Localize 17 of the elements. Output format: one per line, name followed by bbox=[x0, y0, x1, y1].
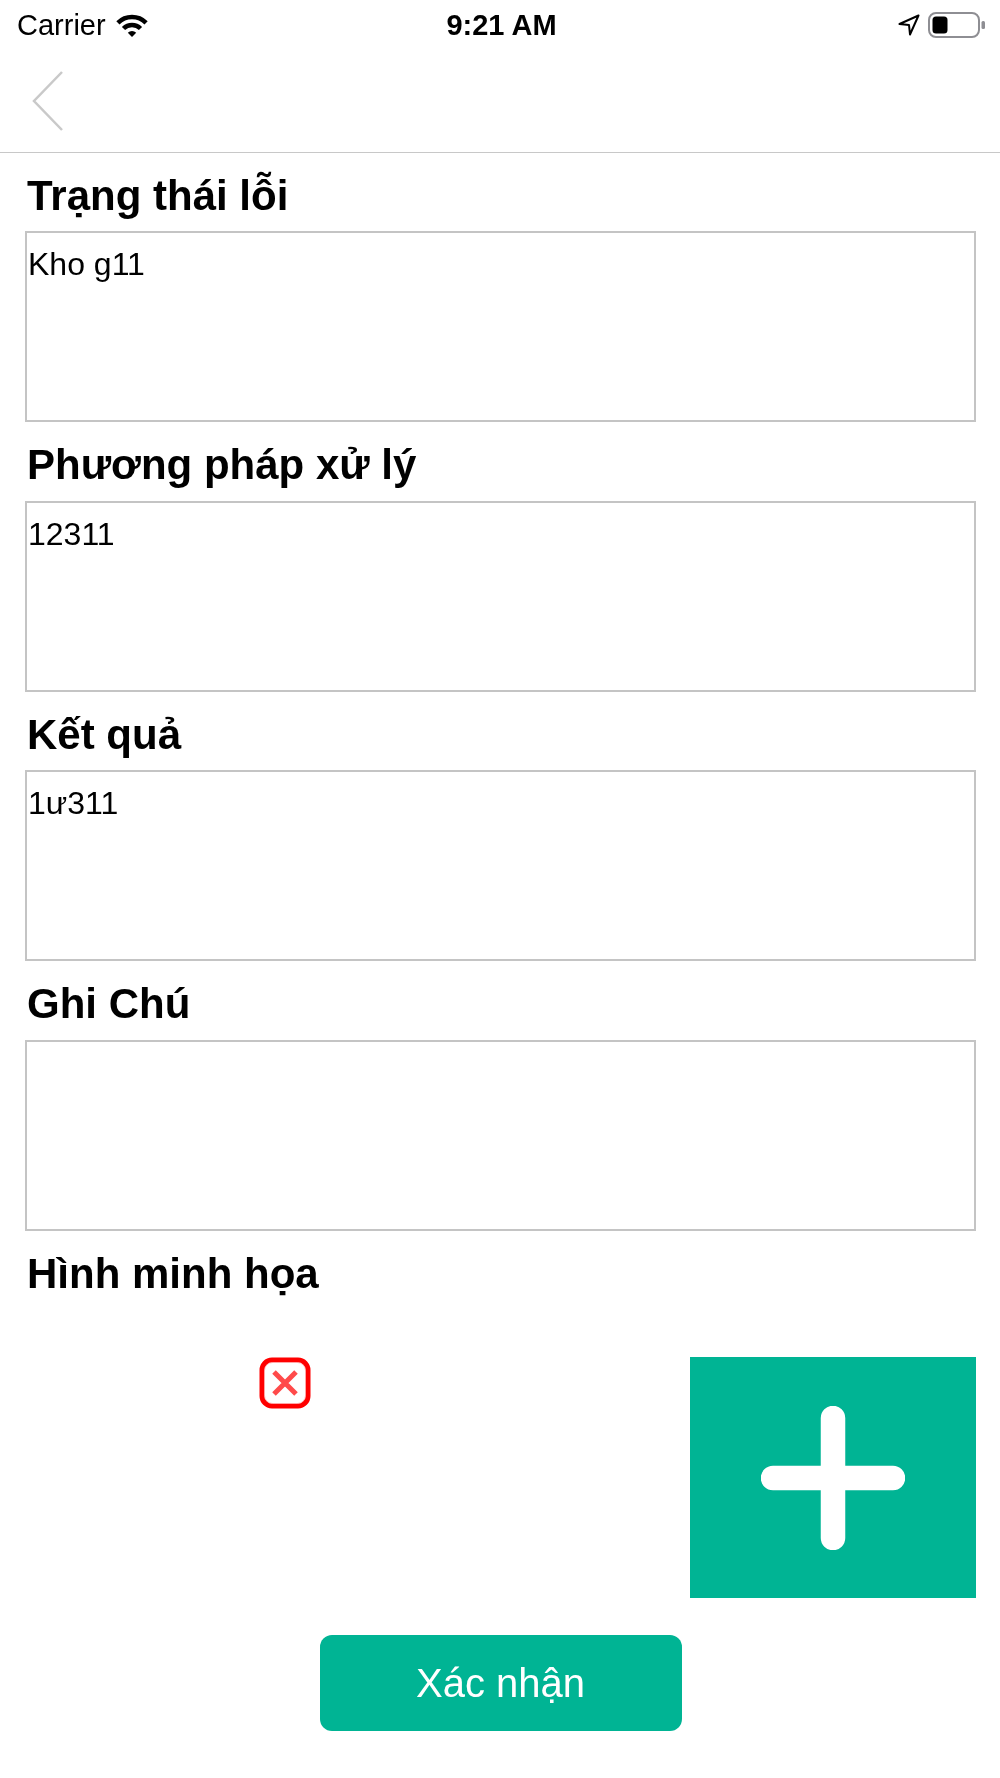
text-area[interactable]: 12311 bbox=[25, 500, 976, 692]
back-icon[interactable] bbox=[32, 70, 64, 132]
battery-icon bbox=[928, 12, 986, 38]
text-area[interactable]: Kho g11 bbox=[25, 231, 976, 423]
text-area[interactable]: 1ư311 bbox=[25, 770, 976, 962]
delete-icon[interactable] bbox=[259, 1357, 311, 1410]
carrier-name: Carrier bbox=[17, 10, 106, 40]
status-time: 9:21 AM bbox=[446, 10, 557, 40]
text-area[interactable] bbox=[25, 1039, 976, 1231]
plus-icon bbox=[761, 1405, 905, 1550]
field-label: Phương pháp xử lý bbox=[27, 440, 418, 491]
add-image-button[interactable] bbox=[690, 1357, 976, 1599]
field-label: Trạng thái lỗi bbox=[27, 171, 290, 221]
field-label: Hình minh họa bbox=[27, 1248, 320, 1299]
field-label: Kết quả bbox=[27, 709, 183, 760]
field-label: Ghi Chú bbox=[27, 979, 192, 1030]
location-arrow-icon bbox=[898, 14, 920, 36]
